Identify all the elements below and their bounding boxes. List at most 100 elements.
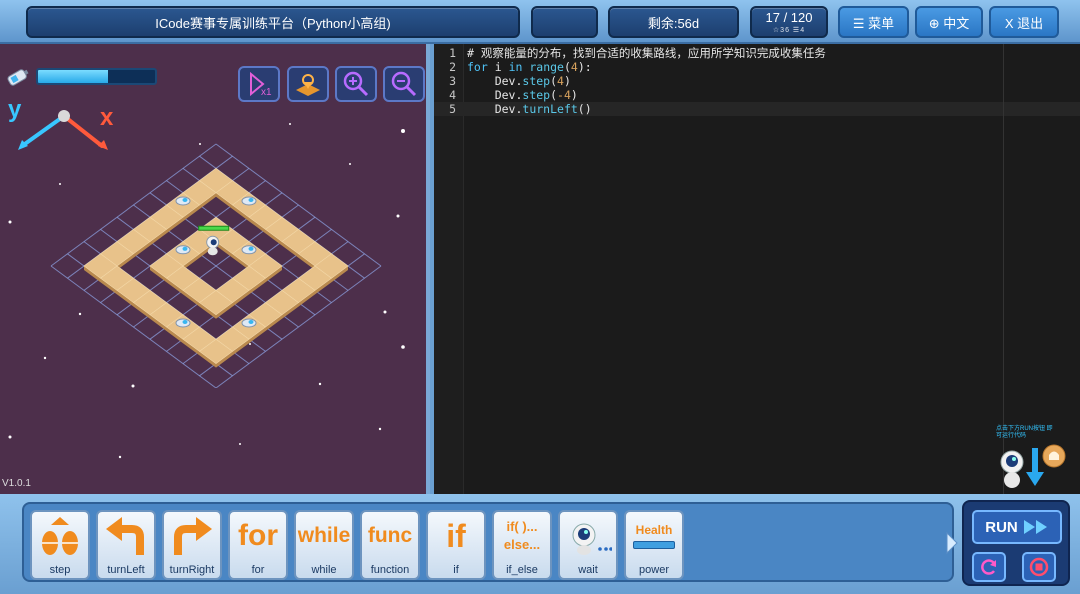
block-turnLeft[interactable]: turnLeft: [96, 510, 156, 580]
reset-button[interactable]: [972, 552, 1006, 582]
for-icon: for: [238, 519, 278, 552]
page-title: ICode赛事专属训练平台（Python小高组): [26, 6, 520, 38]
energy-battery: [175, 318, 191, 328]
svg-text:x1: x1: [261, 87, 272, 98]
top-bar: ICode赛事专属训练平台（Python小高组) 剩余:56d 17 / 120…: [0, 0, 1080, 44]
code-token: (: [563, 60, 571, 74]
run-label: RUN: [985, 518, 1018, 536]
code-text: for i in range(4):: [467, 60, 592, 74]
line-number: 2: [449, 60, 456, 74]
run-button[interactable]: RUN: [972, 510, 1062, 544]
number: 4: [557, 74, 564, 88]
code-text: Dev.step(-4): [467, 88, 578, 102]
keyword: for: [467, 60, 488, 74]
energy-battery: [175, 196, 191, 206]
code-object: Dev.: [494, 88, 523, 102]
language-button[interactable]: ⊕ 中文: [915, 6, 983, 38]
code-text: Dev.turnLeft(): [467, 102, 592, 116]
code-editor[interactable]: 1 # 观察能量的分布，找到合适的收集路线，应用所学知识完成收集任务 2 for…: [434, 44, 1080, 494]
block-for[interactable]: for for: [228, 510, 288, 580]
energy-battery: [241, 245, 257, 255]
if-else-glyph-bottom: else...: [503, 537, 541, 552]
zoom-out-button[interactable]: [383, 66, 425, 102]
turn-right-icon: [174, 517, 212, 555]
mascot-hint-text: 点击下方RUN按钮 即可运行代码: [996, 426, 1053, 439]
block-while[interactable]: while while: [294, 510, 354, 580]
reset-view-icon: x1: [250, 71, 272, 98]
code-line-4[interactable]: 4 Dev.step(-4): [434, 88, 1080, 102]
run-panel: RUN: [962, 500, 1070, 586]
blank-slot: [531, 6, 598, 38]
keyword: in: [508, 60, 523, 74]
health-icon: Health: [626, 514, 682, 558]
robot-mascot-icon: [1000, 444, 1066, 488]
number: 4: [570, 60, 578, 74]
code-line-5[interactable]: 5 Dev.turnLeft(): [434, 102, 1080, 116]
line-number: 5: [449, 102, 456, 116]
code-object: Dev.: [494, 74, 523, 88]
stop-icon: [1029, 557, 1049, 577]
line-number: 4: [449, 88, 456, 102]
block-label: if_else: [506, 564, 538, 576]
bottom-toolbar: step turnLeft turnRight for for while wh…: [0, 494, 1080, 594]
if-icon: if: [446, 517, 466, 554]
code-token: (): [577, 102, 592, 116]
health-glyph: Health: [635, 523, 673, 537]
line-number: 3: [449, 74, 456, 88]
code-text: Dev.step(4): [467, 74, 571, 88]
zoom-in-button[interactable]: [335, 66, 377, 102]
stop-button[interactable]: [1022, 552, 1056, 582]
level-counter: 17 / 120: [765, 9, 813, 25]
map-view-button[interactable]: [287, 66, 329, 102]
energy-battery: [175, 245, 191, 255]
exit-button[interactable]: X 退出: [989, 6, 1059, 38]
block-function[interactable]: func function: [360, 510, 420, 580]
func-icon: func: [367, 524, 413, 547]
blocks-panel: step turnLeft turnRight for for while wh…: [22, 502, 954, 582]
block-label: turnRight: [169, 564, 215, 576]
scroll-right-icon[interactable]: [946, 532, 958, 554]
code-token: ): [563, 74, 571, 88]
mascot-hint: 点击下方RUN按钮 即可运行代码: [996, 426, 1080, 492]
code-comment: # 观察能量的分布，找到合适的收集路线，应用所学知识完成收集任务: [467, 46, 826, 60]
block-label: for: [251, 564, 265, 576]
block-label: if: [453, 564, 459, 576]
block-power[interactable]: Health power: [624, 510, 684, 580]
block-if-else[interactable]: if( )... else... if_else: [492, 510, 552, 580]
wait-icon: [572, 523, 612, 555]
block-label: while: [311, 564, 337, 576]
code-token: i: [487, 60, 509, 74]
block-if[interactable]: if if: [426, 510, 486, 580]
code-token: ):: [577, 60, 592, 74]
code-line-1[interactable]: 1 # 观察能量的分布，找到合适的收集路线，应用所学知识完成收集任务: [434, 46, 1080, 60]
line-number: 1: [449, 46, 456, 60]
energy-battery: [241, 196, 257, 206]
remaining-days: 剩余:56d: [608, 6, 739, 38]
code-token: ): [570, 88, 578, 102]
step-icon: [42, 517, 78, 555]
level-progress: 17 / 120 ☆36 ☰4: [750, 6, 828, 38]
menu-button[interactable]: ☰ 菜单: [838, 6, 909, 38]
reset-view-button[interactable]: x1: [238, 66, 280, 102]
number: -4: [557, 88, 571, 102]
code-token: (: [550, 88, 558, 102]
while-icon: while: [297, 524, 351, 547]
zoom-out-icon: [391, 71, 417, 97]
block-label: turnLeft: [107, 564, 145, 576]
block-wait[interactable]: wait: [558, 510, 618, 580]
refresh-icon: [981, 559, 997, 575]
energy-battery: [241, 318, 257, 328]
code-line-3[interactable]: 3 Dev.step(4): [434, 74, 1080, 88]
block-label: step: [49, 564, 71, 576]
code-line-2[interactable]: 2 for i in range(4):: [434, 60, 1080, 74]
function-name: turnLeft: [522, 102, 578, 116]
if-else-icon: if( )... else...: [494, 514, 550, 558]
block-step[interactable]: step: [30, 510, 90, 580]
function-name: range: [522, 60, 564, 74]
zoom-in-icon: [343, 71, 369, 97]
function-name: step: [522, 88, 551, 102]
block-turnRight[interactable]: turnRight: [162, 510, 222, 580]
game-stage: x1 y x V1.0.1: [0, 44, 430, 494]
